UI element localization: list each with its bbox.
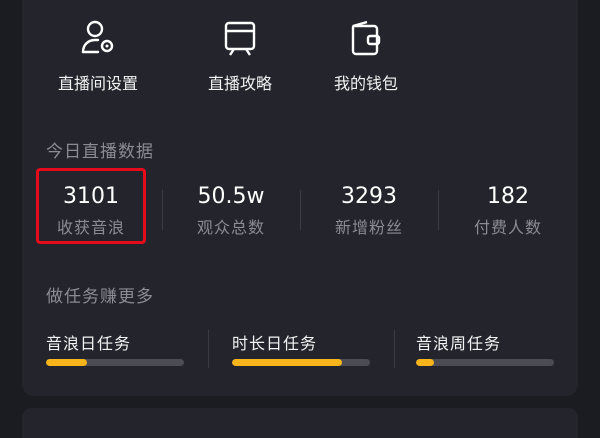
task-label-sound-wave-daily[interactable]: 音浪日任务 [46, 330, 131, 354]
stat-value: 50.5w [197, 184, 265, 209]
task-label-duration-daily[interactable]: 时长日任务 [232, 330, 317, 354]
task-divider [208, 330, 209, 368]
progress-fill [232, 359, 343, 366]
stat-new-followers[interactable]: 3293 新增粉丝 [306, 178, 432, 248]
task-divider [394, 330, 395, 368]
guide-icon [180, 18, 300, 58]
user-gear-icon [38, 18, 158, 58]
live-guide-label: 直播攻略 [207, 74, 272, 93]
progress-fill [416, 359, 434, 366]
my-wallet-label: 我的钱包 [333, 74, 398, 93]
stat-divider [162, 190, 163, 230]
task-progress-duration-daily [232, 359, 370, 366]
stat-label: 付费人数 [473, 218, 542, 237]
live-guide-button[interactable]: 直播攻略 [180, 14, 300, 94]
my-wallet-button[interactable]: 我的钱包 [306, 14, 426, 94]
live-room-settings-label: 直播间设置 [57, 74, 138, 93]
stat-divider [300, 190, 301, 230]
stat-label: 新增粉丝 [334, 218, 403, 237]
next-card [22, 408, 578, 438]
task-progress-sound-wave-weekly [416, 359, 554, 366]
stat-total-viewers[interactable]: 50.5w 观众总数 [168, 178, 294, 248]
task-label-sound-wave-weekly[interactable]: 音浪周任务 [416, 330, 501, 354]
wallet-icon [306, 18, 426, 58]
stat-value: 3293 [341, 184, 397, 209]
task-progress-sound-wave-daily [46, 359, 184, 366]
today-live-data-title: 今日直播数据 [46, 142, 154, 162]
highlight-box [36, 168, 146, 244]
tasks-section-title: 做任务赚更多 [46, 287, 154, 307]
stat-divider [438, 190, 439, 230]
stat-label: 观众总数 [196, 218, 265, 237]
progress-fill [46, 359, 88, 366]
live-room-settings-button[interactable]: 直播间设置 [38, 14, 158, 94]
stat-value: 182 [487, 184, 529, 209]
stat-paying-users[interactable]: 182 付费人数 [445, 178, 571, 248]
